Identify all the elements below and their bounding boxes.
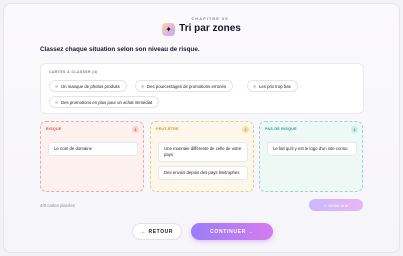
continue-button[interactable]: CONTINUER →: [191, 223, 273, 240]
zone-label: PEUT-ÊTRE: [156, 127, 179, 131]
placed-card[interactable]: Une monnaie différente de celle de votre…: [158, 142, 248, 162]
back-button[interactable]: ← RETOUR: [132, 223, 182, 240]
zone-risque[interactable]: RISQUE 1 Le nom de domaine: [40, 121, 144, 192]
drag-dot-icon: [55, 100, 58, 104]
drag-dot-icon: [253, 84, 256, 88]
zone-label: RISQUE: [46, 127, 62, 131]
drag-dot-icon: [55, 84, 58, 88]
cards-pool-label: CARTES À CLASSER (4): [49, 70, 98, 74]
card-label: Des promotions en plus pour un achat imm…: [61, 99, 153, 105]
placed-card[interactable]: Le nom de domaine: [48, 142, 138, 156]
chapter-label: CHAPITRE 05: [191, 16, 229, 21]
cards-pool: CARTES À CLASSER (4) Un manque de photos…: [40, 63, 364, 114]
zone-count-badge: 2: [242, 126, 249, 133]
card-label: Les prix trop bas: [259, 83, 291, 89]
draggable-card[interactable]: Des pourcentages de promotions erronés: [135, 80, 234, 92]
draggable-card[interactable]: Les prix trop bas: [247, 80, 298, 92]
zone-pas-de-risque[interactable]: PAS DE RISQUE 1 Le fait qu'il y est le l…: [259, 121, 363, 192]
zone-count-badge: 1: [132, 126, 139, 133]
instruction-text: Classez chaque situation selon son nivea…: [40, 46, 200, 53]
document-sparkle-icon: ✦: [162, 23, 176, 36]
placed-card[interactable]: Des envois depuis des pays limitrophes: [158, 166, 248, 180]
header: ✦ CHAPITRE 05 Tri par zones: [0, 14, 403, 37]
progress-text: 4/8 cartes placées: [40, 203, 75, 208]
check-sort-button[interactable]: ✓ Vérifier le tri: [309, 199, 363, 211]
card-label: Des pourcentages de promotions erronés: [147, 83, 227, 89]
zone-peut-etre[interactable]: PEUT-ÊTRE 2 Une monnaie différente de ce…: [150, 121, 254, 192]
card-label: Un manque de photos produits: [61, 83, 120, 89]
placed-card[interactable]: Le fait qu'il y est le logo d'un site co…: [267, 142, 357, 156]
drag-dot-icon: [141, 84, 144, 88]
draggable-card[interactable]: Un manque de photos produits: [49, 80, 127, 92]
page-title: Tri par zones: [179, 23, 241, 34]
draggable-card[interactable]: Des promotions en plus pour un achat imm…: [49, 96, 160, 108]
zone-label: PAS DE RISQUE: [265, 127, 297, 131]
zone-count-badge: 1: [351, 126, 358, 133]
